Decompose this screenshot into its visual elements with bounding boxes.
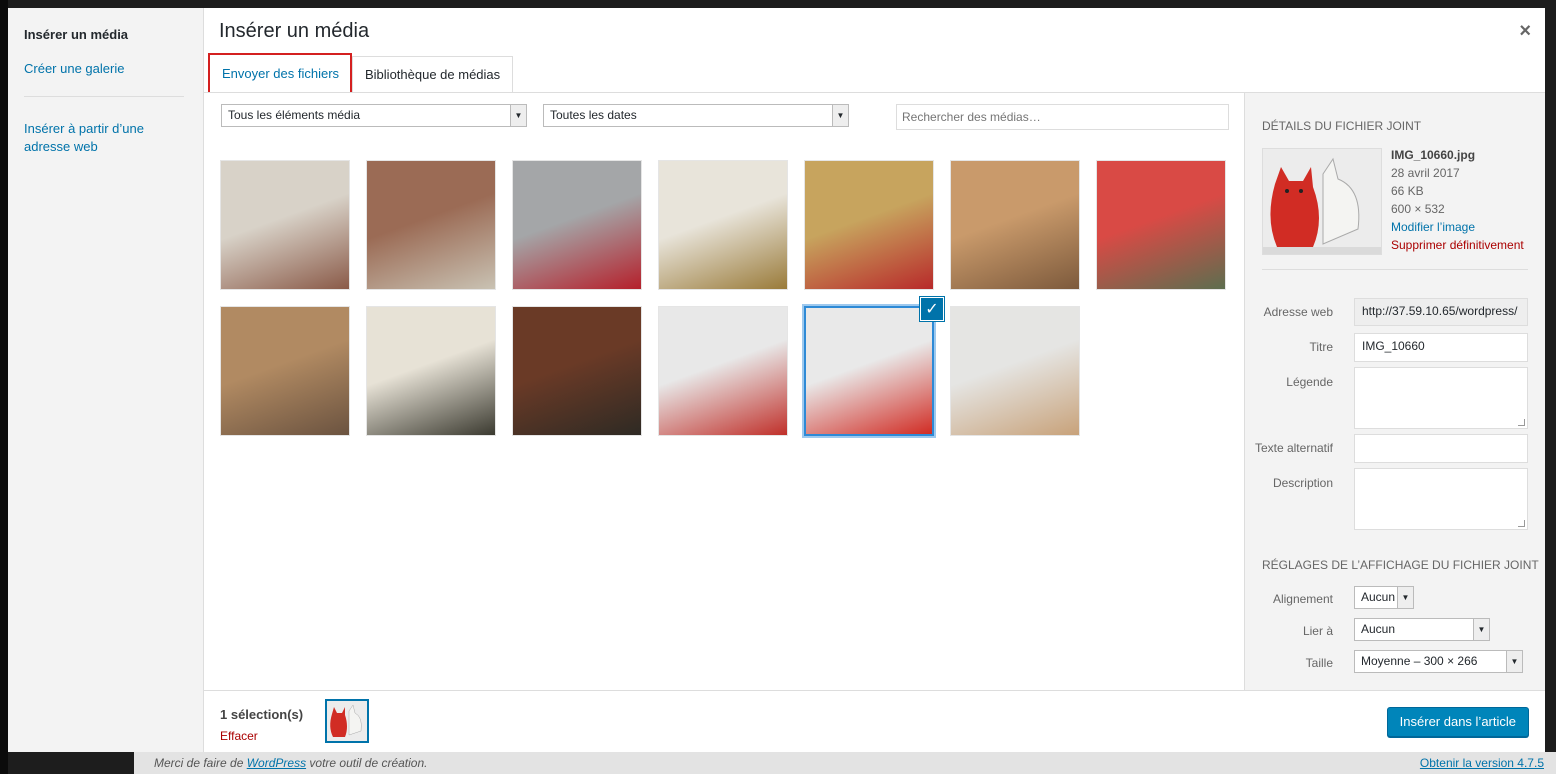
admin-footer: Merci de faire de WordPress votre outil … <box>134 752 1556 774</box>
attachment-info: IMG_10660.jpg 28 avril 2017 66 KB 600 × … <box>1391 146 1524 254</box>
attachment-thumbnail[interactable] <box>950 306 1080 436</box>
filter-date-value: Toutes les dates <box>550 108 637 122</box>
alt-text-field[interactable] <box>1354 434 1528 463</box>
url-field[interactable]: http://37.59.10.65/wordpress/ <box>1354 298 1528 326</box>
title-field[interactable]: IMG_10660 <box>1354 333 1528 362</box>
size-label: Taille <box>1305 656 1333 670</box>
attachment-thumbnail[interactable] <box>220 306 350 436</box>
attachment-preview <box>1262 148 1382 255</box>
menu-item-insert-from-url[interactable]: Insérer à partir d’une adresse web <box>24 120 174 156</box>
clear-selection-link[interactable]: Effacer <box>220 729 258 743</box>
chevron-down-icon: ▼ <box>832 105 848 126</box>
menu-item-insert-media[interactable]: Insérer un média <box>24 27 128 42</box>
ceramic-cats-image <box>327 701 367 741</box>
attachment-size: 66 KB <box>1391 184 1424 198</box>
attachment-details-sidebar: Détails du fichier joint IMG_10660.jpg 2… <box>1244 93 1545 690</box>
store-shelves-wide-image <box>1097 161 1225 289</box>
attachment-date: 28 avril 2017 <box>1391 166 1460 180</box>
attachment-thumbnail[interactable] <box>950 160 1080 290</box>
attachment-thumbnail[interactable] <box>804 160 934 290</box>
size-value: Moyenne – 300 × 266 <box>1361 654 1478 668</box>
media-modal: Insérer un média Créer une galerie Insér… <box>8 8 1545 752</box>
attachment-thumbnail[interactable] <box>512 306 642 436</box>
attachment-thumbnail[interactable] <box>366 306 496 436</box>
filter-type-select[interactable]: Tous les éléments média ▼ <box>221 104 527 127</box>
attachment-thumbnail[interactable] <box>658 306 788 436</box>
delete-permanently-link[interactable]: Supprimer définitivement <box>1391 236 1524 254</box>
store-interior-checkout-image <box>513 161 641 289</box>
url-label: Adresse web <box>1263 305 1333 319</box>
description-field[interactable] <box>1354 468 1528 530</box>
chevron-down-icon: ▼ <box>1473 619 1489 640</box>
shelves-of-goods-image <box>951 161 1079 289</box>
insert-into-post-button[interactable]: Insérer dans l’article <box>1386 707 1529 737</box>
filter-type-value: Tous les éléments média <box>228 108 361 122</box>
attachment-thumbnail[interactable] <box>1096 160 1226 290</box>
details-separator <box>1262 269 1528 270</box>
page-title: Insérer un média <box>219 20 370 42</box>
menu-separator <box>24 96 184 97</box>
attachment-thumbnail[interactable] <box>512 160 642 290</box>
search-input[interactable] <box>896 104 1229 130</box>
description-label: Description <box>1272 476 1333 490</box>
attachments-browser: Tous les éléments média ▼ Toutes les dat… <box>204 93 1244 690</box>
attachment-thumbnail[interactable] <box>220 160 350 290</box>
attachment-thumbnail[interactable] <box>658 160 788 290</box>
footer-wordpress-link[interactable]: WordPress <box>247 756 306 770</box>
footer-text-after: votre outil de création. <box>309 756 428 770</box>
edit-image-link[interactable]: Modifier l’image <box>1391 218 1524 236</box>
alignment-value: Aucun <box>1361 590 1396 604</box>
ceramic-cats-image <box>806 308 932 434</box>
media-menu: Insérer un média Créer une galerie Insér… <box>8 8 204 752</box>
filter-date-select[interactable]: Toutes les dates ▼ <box>543 104 849 127</box>
selection-count: 1 sélection(s) <box>220 707 304 722</box>
tab-media-library[interactable]: Bibliothèque de médias <box>352 56 514 93</box>
woman-at-register-image <box>367 161 495 289</box>
ceramic-lanterns-image <box>659 307 787 435</box>
alignment-label: Alignement <box>1272 592 1333 606</box>
chevron-down-icon: ▼ <box>510 105 526 126</box>
melons-and-strawberries-image <box>805 161 933 289</box>
wine-bottles-image <box>513 307 641 435</box>
display-settings-heading: Réglages de l’affichage du fichier joint <box>1262 558 1539 572</box>
caption-label: Légende <box>1286 375 1333 389</box>
alt-text-label: Texte alternatif <box>1254 441 1333 455</box>
link-to-select[interactable]: Aucun ▼ <box>1354 618 1490 641</box>
admin-menu-backdrop <box>0 0 8 774</box>
produce-crates-image <box>659 161 787 289</box>
caption-field[interactable] <box>1354 367 1528 429</box>
attachment-filename: IMG_10660.jpg <box>1391 148 1476 162</box>
ceramic-utensil-pots-image <box>951 307 1079 435</box>
footer-version-link[interactable]: Obtenir la version 4.7.5 <box>1420 756 1544 770</box>
checkmark-icon[interactable]: ✓ <box>920 297 944 321</box>
chevron-down-icon: ▼ <box>1506 651 1522 672</box>
attachment-dimensions: 600 × 532 <box>1391 202 1445 216</box>
wine-shelving-image <box>367 307 495 435</box>
details-heading: Détails du fichier joint <box>1262 119 1422 133</box>
size-select[interactable]: Moyenne – 300 × 266 ▼ <box>1354 650 1523 673</box>
ceramic-cats-image <box>1263 149 1381 254</box>
alignment-select[interactable]: Aucun ▼ <box>1354 586 1414 609</box>
media-toolbar: 1 sélection(s) Effacer Insérer dans l’ar… <box>204 690 1545 752</box>
link-to-value: Aucun <box>1361 622 1396 636</box>
footer-text-before: Merci de faire de <box>154 756 244 770</box>
attachment-thumbnail[interactable] <box>804 306 934 436</box>
chevron-down-icon: ▼ <box>1397 587 1413 608</box>
close-icon[interactable]: × <box>1519 20 1531 43</box>
selection-thumbnail[interactable] <box>325 699 369 743</box>
media-frame: Insérer un média × Envoyer des fichiers … <box>204 8 1545 752</box>
attachment-thumbnail[interactable] <box>366 160 496 290</box>
butchers-counter-image <box>221 161 349 289</box>
menu-item-create-gallery[interactable]: Créer une galerie <box>24 61 124 76</box>
link-to-label: Lier à <box>1302 624 1333 638</box>
title-label: Titre <box>1309 340 1333 354</box>
bakery-display-image <box>221 307 349 435</box>
